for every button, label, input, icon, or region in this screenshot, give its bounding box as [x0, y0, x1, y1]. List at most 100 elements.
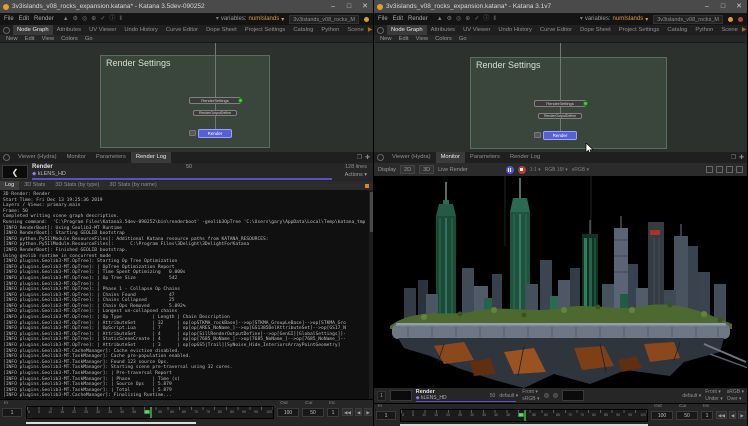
flag-icon[interactable]: ⊕ [465, 13, 470, 25]
channels-dropdown[interactable]: RGB 16f ▾ [545, 167, 568, 173]
pane-tab[interactable]: Python [691, 25, 717, 35]
render-settings-node[interactable]: RenderSettings [189, 97, 241, 104]
nodegraph-menu-item[interactable]: New [6, 36, 18, 42]
current-frame-field[interactable]: 50 [302, 408, 324, 417]
nodegraph-menu-item[interactable]: View [42, 36, 54, 42]
tab-overflow-icon[interactable]: ▶ [368, 25, 373, 35]
pane-tab[interactable]: Curve Editor [162, 25, 202, 35]
pane-tab[interactable]: Dope Sheet [202, 25, 241, 35]
view-flag-icon[interactable] [238, 98, 243, 103]
render-node[interactable]: Render [543, 131, 577, 140]
log-subtab[interactable]: 3D Stats (by name) [104, 181, 161, 190]
bottom-pane-tab[interactable]: Parameters [465, 152, 505, 163]
display-3d-button[interactable]: 3D [419, 165, 434, 174]
variables-value[interactable]: numIslands [249, 16, 280, 22]
in-field[interactable]: 1 [376, 411, 396, 420]
filename-field[interactable]: 3v3islands_v08_rocks_M [653, 15, 723, 24]
nodegraph-menu-item[interactable]: Edit [399, 36, 409, 42]
buffer-b-thumbnail[interactable] [562, 390, 584, 401]
node-graph-canvas[interactable]: Render Settings RenderSettings RenderOut… [0, 43, 373, 152]
menu-file[interactable]: File [4, 16, 14, 22]
chevron-down-icon[interactable]: ▾ [216, 13, 219, 25]
srgb-dropdown-a[interactable]: sRGB ▾ [522, 396, 539, 402]
gear-icon[interactable]: ⚙ [447, 13, 452, 25]
float-pane-icon[interactable]: ❐ [731, 153, 736, 163]
overlay-icon[interactable] [716, 166, 723, 173]
pane-options-icon[interactable]: ✚ [365, 153, 370, 163]
menu-render[interactable]: Render [408, 16, 428, 22]
maximize-button[interactable]: □ [718, 0, 728, 13]
pane-tab[interactable]: Catalog [663, 25, 691, 35]
render-output-define-node[interactable]: RenderOutputDefine [193, 110, 237, 116]
pause-render-button[interactable] [506, 166, 514, 174]
pane-tab[interactable]: Project Settings [615, 25, 664, 35]
pane-tab[interactable]: Project Settings [241, 25, 290, 35]
nodegraph-menu-item[interactable]: Go [459, 36, 467, 42]
default-dropdown-b[interactable]: default ▾ [682, 393, 701, 399]
title-bar[interactable]: 3v3islands_v08_rocks_expansion.katana* -… [374, 0, 747, 13]
info-icon[interactable]: ⓘ [109, 13, 115, 25]
go-to-start-button[interactable]: ◀◀ [342, 408, 353, 416]
pane-tab[interactable]: Node Graph [13, 25, 53, 35]
view-flag-icon[interactable] [583, 101, 588, 106]
pane-menu-icon[interactable] [377, 154, 384, 161]
pane-options-icon[interactable]: ✚ [739, 153, 744, 163]
display-2d-button[interactable]: 2D [400, 165, 415, 174]
pane-menu-icon[interactable] [377, 27, 384, 34]
node-input-tab[interactable] [534, 132, 541, 138]
under-dropdown[interactable]: Under ▾ [705, 396, 723, 402]
menu-render[interactable]: Render [34, 16, 54, 22]
current-frame-field[interactable]: 50 [676, 411, 698, 420]
minimize-button[interactable]: – [702, 0, 712, 13]
pane-tab[interactable]: Attributes [53, 25, 86, 35]
bottom-pane-tab[interactable]: Viewer (Hydra) [13, 152, 62, 163]
zoom-level-dropdown[interactable]: 1:1 ▾ [530, 167, 541, 173]
node-graph-canvas[interactable]: Render Settings RenderSettings RenderOut… [374, 43, 747, 152]
nodegraph-menu-item[interactable]: View [416, 36, 428, 42]
swap-buffers-button[interactable] [544, 393, 549, 398]
pane-tab[interactable]: Dope Sheet [576, 25, 615, 35]
pane-menu-icon[interactable] [3, 154, 10, 161]
bottom-pane-tab[interactable]: Render Log [131, 152, 171, 163]
pane-tab[interactable]: Undo History [494, 25, 536, 35]
monitor-render-view[interactable] [374, 176, 747, 388]
render-output-define-node[interactable]: RenderOutputDefine [538, 113, 582, 119]
target-icon[interactable]: ◎ [456, 13, 461, 25]
play-button[interactable]: ▶ [364, 408, 371, 416]
float-pane-icon[interactable]: ❐ [357, 153, 362, 163]
pane-tab[interactable]: Curve Editor [536, 25, 576, 35]
check-icon[interactable]: ✓ [100, 13, 105, 25]
pane-tab[interactable]: UV Viewer [85, 25, 120, 35]
nodegraph-menu-item[interactable]: Colors [435, 36, 452, 42]
play-button[interactable]: ▶ [738, 411, 745, 419]
over-dropdown[interactable]: Over ▾ [727, 396, 744, 402]
nodegraph-menu-item[interactable]: Colors [61, 36, 78, 42]
back-arrow-icon[interactable]: ▲ [437, 13, 443, 25]
pane-tab[interactable]: Scene [343, 25, 367, 35]
close-button[interactable]: ✕ [734, 0, 744, 13]
buffer-a-thumbnail[interactable] [390, 390, 412, 401]
nodegraph-menu-item[interactable]: New [380, 36, 392, 42]
variables-dropdown-icon[interactable]: ▾ [281, 16, 284, 23]
pane-menu-icon[interactable] [3, 27, 10, 34]
target-icon[interactable]: ◎ [82, 13, 87, 25]
default-dropdown-a[interactable]: default ▾ [499, 393, 518, 399]
frame-ruler[interactable]: 0510152025303540455055606570758085909510… [26, 406, 274, 419]
compare-mode-button[interactable] [553, 393, 558, 398]
menu-edit[interactable]: Edit [19, 16, 29, 22]
out-field[interactable]: 100 [277, 408, 299, 417]
roi-icon[interactable] [706, 166, 713, 173]
log-subtab[interactable]: Log [0, 181, 19, 190]
backdrop-node[interactable]: Render Settings [100, 55, 270, 148]
step-back-button[interactable]: ◀ [355, 408, 362, 416]
log-filter-icon[interactable] [365, 184, 369, 188]
pane-tab[interactable]: Python [317, 25, 343, 35]
catalog-slot-number[interactable]: 1 [377, 391, 386, 401]
nodegraph-menu-item[interactable]: Edit [25, 36, 35, 42]
bottom-pane-tab[interactable]: Monitor [62, 152, 91, 163]
pane-tab[interactable]: Catalog [289, 25, 317, 35]
log-subtab[interactable]: 3D Stats (by type) [50, 181, 104, 190]
close-button[interactable]: ✕ [360, 0, 370, 13]
back-arrow-icon[interactable]: ▲ [63, 13, 69, 25]
live-render-label[interactable]: Live Render [438, 167, 468, 173]
